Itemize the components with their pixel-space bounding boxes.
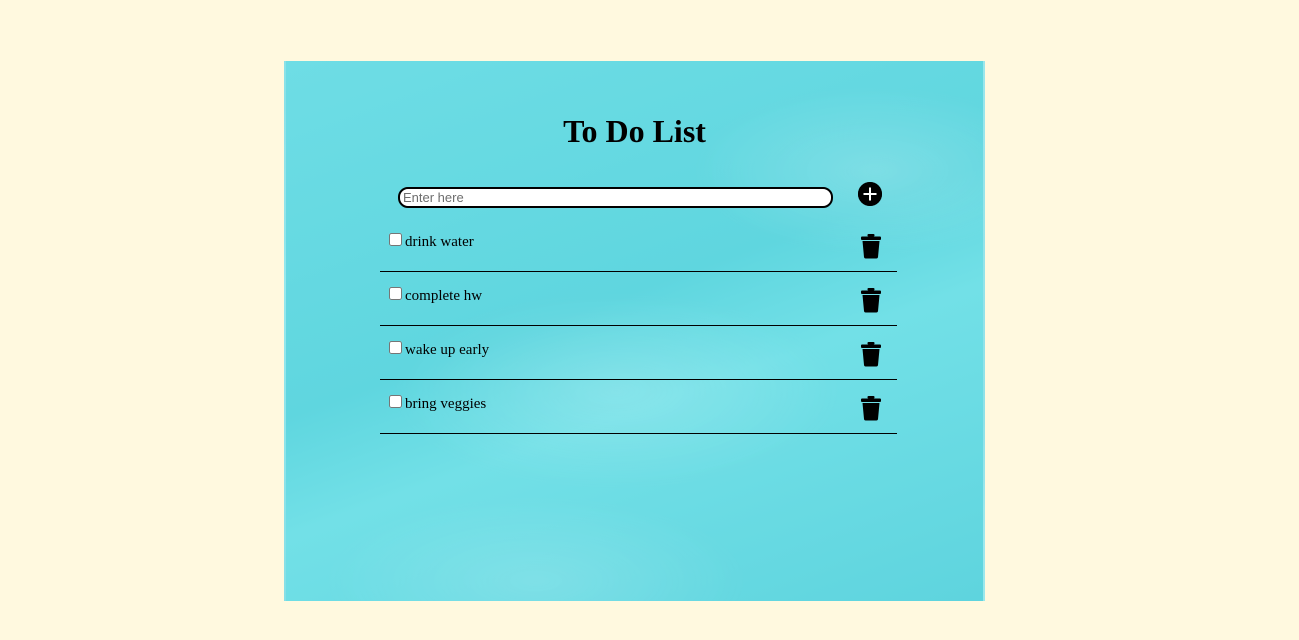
list-item: wake up early — [380, 326, 897, 380]
task-label: drink water — [405, 234, 474, 250]
trash-icon — [861, 288, 881, 313]
task-checkbox[interactable] — [389, 341, 402, 354]
task-label: wake up early — [405, 342, 490, 358]
delete-task-button[interactable] — [860, 287, 882, 313]
task-checkbox[interactable] — [389, 287, 402, 300]
trash-icon — [861, 234, 881, 259]
todo-card: To Do List drink water complete hw — [284, 61, 985, 601]
task-input[interactable] — [398, 187, 833, 208]
task-checkbox[interactable] — [389, 395, 402, 408]
trash-icon — [861, 396, 881, 421]
list-item: complete hw — [380, 272, 897, 326]
delete-task-button[interactable] — [860, 341, 882, 367]
plus-circle-icon — [858, 182, 882, 206]
task-list: drink water complete hw wake up early br… — [380, 218, 897, 434]
delete-task-button[interactable] — [860, 233, 882, 259]
list-item: drink water — [380, 218, 897, 272]
trash-icon — [861, 342, 881, 367]
task-label: complete hw — [405, 288, 483, 304]
task-label: bring veggies — [405, 396, 487, 412]
add-task-button[interactable] — [858, 182, 882, 206]
delete-task-button[interactable] — [860, 395, 882, 421]
page-title: To Do List — [563, 113, 706, 149]
list-item: bring veggies — [380, 380, 897, 434]
task-checkbox[interactable] — [389, 233, 402, 246]
